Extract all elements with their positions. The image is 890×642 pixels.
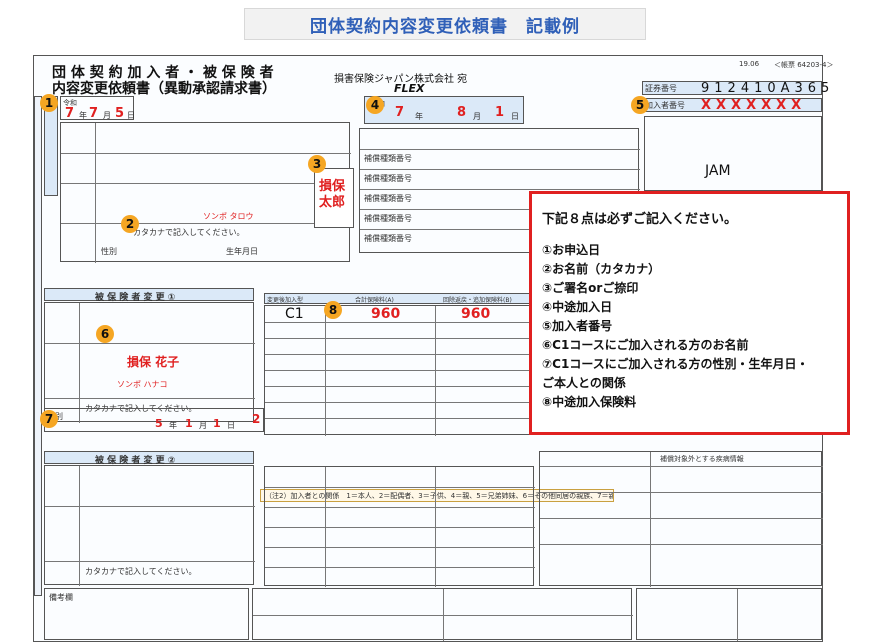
mid-enroll-month: 8	[457, 105, 467, 120]
policy-number-box: 証券番号 912410A365	[642, 81, 829, 96]
application-date-box: 令和 7 年 7 月 5 日	[60, 96, 135, 121]
insured-1-birth-row: 性別 5 年 1 月 1 日	[44, 408, 264, 432]
mid-enroll-year: 7	[395, 105, 405, 120]
product-name: FLEX	[394, 82, 425, 95]
course-value: C1	[285, 306, 304, 322]
premium-mid: 960	[461, 306, 491, 322]
callout-item: ⑧中途加入保険料	[542, 395, 637, 409]
form-code: ＜帳票 64203-4＞	[774, 61, 834, 69]
premium-total: 960	[371, 306, 401, 322]
page-title-bar: 団体契約内容変更依頼書 記載例	[244, 8, 646, 40]
insured-2-body: カタカナで記入してください。	[44, 465, 255, 586]
birth-day: 1	[213, 417, 221, 430]
mid-enroll-day: 1	[495, 105, 505, 120]
policy-number: 912410A365	[701, 81, 835, 96]
insured-2-header: 被 保 険 者 変 更 ②	[44, 451, 254, 466]
insured-name: 損保 花子	[127, 355, 180, 369]
application-month: 7	[89, 106, 99, 121]
employer-name: JAM	[705, 163, 731, 179]
side-instructions-strip	[34, 96, 42, 596]
relationship-code: 2	[252, 412, 261, 426]
applicant-kana: ソンポ タロウ	[203, 212, 254, 221]
callout-item: ご本人との関係	[542, 376, 626, 390]
form-heading-2: 内容変更依頼書（異動承認請求書）	[52, 81, 276, 97]
marker-3: 3	[308, 155, 326, 173]
marker-1: 1	[40, 94, 58, 112]
insured-kana: ソンポ ハナコ	[117, 380, 168, 389]
insured-1-header: 被 保 険 者 変 更 ①	[44, 288, 254, 303]
member-number-box: 加入者番号 XXXXXXX	[642, 98, 822, 113]
employer-box: JAM	[644, 116, 822, 191]
callout-item: ⑥C1コースにご加入される方のお名前	[542, 338, 749, 352]
marker-2: 2	[121, 215, 139, 233]
agency-box	[252, 588, 633, 641]
insured-1-body: 損保 花子 ソンポ ハナコ カタカナで記入してください。	[44, 302, 255, 423]
remarks-box: 備考欄	[44, 588, 249, 640]
office-use-box	[636, 588, 822, 641]
application-day: 5	[115, 106, 125, 121]
mid-enroll-date-box: 令和 7 年 8 月 1 日	[364, 96, 524, 124]
marker-8: 8	[324, 301, 342, 319]
callout-item: ②お名前（カタカナ）	[542, 262, 661, 276]
application-year: 7	[65, 106, 75, 121]
marker-4: 4	[366, 96, 384, 114]
seal-box: 損保 太郎	[314, 168, 354, 228]
callout-item: ⑦C1コースにご加入される方の性別・生年月日・	[542, 357, 809, 371]
member-number: XXXXXXX	[701, 98, 807, 113]
marker-7: 7	[40, 410, 58, 428]
callout-item: ③ご署名orご捺印	[542, 281, 639, 295]
marker-5: 5	[631, 96, 649, 114]
marker-6: 6	[96, 325, 114, 343]
premium-grid-2	[264, 466, 535, 587]
applicant-section: カタカナで記入してください。 ソンポ タロウ 性別 生年月日	[60, 122, 351, 263]
birth-month: 1	[185, 417, 193, 430]
disease-info-grid: 補償対象外とする疾病情報	[539, 451, 823, 587]
callout-item: ④中途加入日	[542, 300, 613, 314]
version-label: 19.06	[739, 60, 760, 68]
premium-header: 変更後加入型 合計保険料(A) 回除返戻・追加保険料(B)	[264, 293, 534, 304]
callout-heading: 下記８点は必ずご記入ください。	[542, 212, 738, 227]
seal-name: 損保 太郎	[319, 179, 346, 210]
premium-grid: C1 960 960	[264, 305, 535, 436]
callout-item: ①お申込日	[542, 243, 601, 257]
birth-year: 5	[155, 417, 163, 430]
callout-item: ⑤加入者番号	[542, 319, 613, 333]
required-fields-callout: 下記８点は必ずご記入ください。 ①お申込日 ②お名前（カタカナ） ③ご署名orご…	[529, 191, 850, 435]
page-title: 団体契約内容変更依頼書 記載例	[310, 16, 580, 37]
